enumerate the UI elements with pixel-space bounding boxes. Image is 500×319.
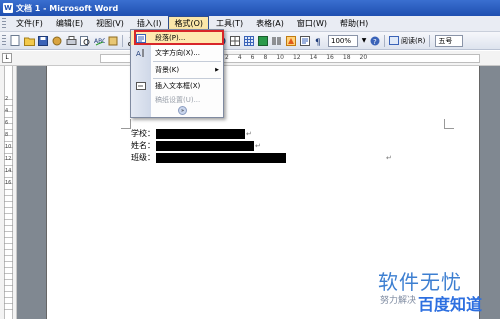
- text-direction-icon: A: [131, 48, 151, 58]
- ruler-number: 12: [292, 54, 301, 61]
- drawing-icon[interactable]: [285, 35, 297, 47]
- ruler-number: 8: [5, 132, 9, 138]
- form-line-school[interactable]: 学校： ↵: [131, 128, 252, 139]
- read-mode-label: 阅读(R): [401, 36, 426, 45]
- school-blank[interactable]: [156, 128, 245, 139]
- menu-item-text-direction[interactable]: A 文字方向(X)...: [131, 46, 223, 60]
- margin-corner-top-right: [444, 119, 454, 129]
- print-icon[interactable]: [65, 35, 77, 47]
- ruler-number: 8: [263, 54, 268, 61]
- ruler-number: 4: [5, 108, 9, 114]
- name-label: 姓名：: [131, 141, 155, 150]
- show-hide-icon[interactable]: ¶: [313, 35, 325, 47]
- tables-borders-icon[interactable]: [229, 35, 241, 47]
- ruler-number: 18: [342, 54, 351, 61]
- toolbar-separator: [122, 34, 123, 47]
- menu-file[interactable]: 文件(F): [10, 16, 49, 31]
- font-size-select[interactable]: 五号: [435, 34, 464, 47]
- menu-edit[interactable]: 编辑(E): [50, 16, 89, 31]
- research-icon[interactable]: [107, 35, 119, 47]
- paragraph-mark: ↵: [255, 141, 261, 150]
- menu-item-background[interactable]: 背景(K) ▶: [131, 63, 223, 77]
- vruler-numbers: 2 4 6 8 10 12 14 16: [5, 96, 11, 186]
- insert-excel-icon[interactable]: [257, 35, 269, 47]
- ruler-number: 10: [276, 54, 284, 61]
- insert-table-icon[interactable]: [243, 35, 255, 47]
- horizontal-ruler[interactable]: L 2 4 6 8 10 12 14 16 18 20: [0, 51, 500, 66]
- menu-window[interactable]: 窗口(W): [291, 16, 333, 31]
- menu-item-paragraph[interactable]: 段落(P)...: [131, 31, 223, 45]
- svg-text:ABC: ABC: [94, 38, 105, 45]
- menu-item-label: 背景(K): [155, 66, 180, 74]
- toolbar-separator: [384, 34, 385, 47]
- form-line-name[interactable]: 姓名： ↵: [131, 140, 261, 151]
- print-preview-icon[interactable]: [79, 35, 91, 47]
- word-app-icon[interactable]: W: [3, 3, 13, 13]
- columns-icon[interactable]: [271, 35, 283, 47]
- menu-separator: [153, 61, 221, 62]
- menu-bar: 文件(F) 编辑(E) 视图(V) 插入(I) 格式(O) 工具(T) 表格(A…: [0, 16, 500, 32]
- submenu-arrow-icon: ▶: [215, 67, 219, 73]
- toolbar-grip-icon[interactable]: [2, 34, 6, 47]
- watermark-brand-text: 百度知道: [418, 295, 483, 314]
- new-document-icon[interactable]: [9, 35, 21, 47]
- name-blank[interactable]: [156, 140, 254, 151]
- vertical-ruler[interactable]: 2 4 6 8 10 12 14 16: [0, 66, 17, 319]
- permission-icon[interactable]: [51, 35, 63, 47]
- zoom-dropdown-icon[interactable]: ▼: [360, 35, 368, 47]
- read-book-icon: [389, 36, 399, 45]
- ruler-number: 6: [5, 120, 9, 126]
- help-icon[interactable]: ?: [369, 35, 381, 47]
- document-map-icon[interactable]: [299, 35, 311, 47]
- watermark-logo: 软件无忧 努力解决 百度知道: [378, 266, 496, 316]
- school-label: 学校：: [131, 129, 155, 138]
- menu-item-label: 文字方向(X)...: [155, 49, 200, 57]
- expand-menu-icon[interactable]: »: [178, 106, 187, 115]
- class-blank[interactable]: [156, 152, 286, 163]
- paragraph-mark: ↵: [246, 129, 252, 138]
- menu-item-label: 插入文本框(X): [155, 82, 201, 90]
- menu-item-manuscript-settings[interactable]: 稿纸设置(U)...: [131, 93, 223, 107]
- menu-item-insert-textbox[interactable]: 插入文本框(X): [131, 79, 223, 93]
- ruler-number: 6: [250, 54, 255, 61]
- read-mode-button[interactable]: 阅读(R): [387, 35, 427, 47]
- svg-text:A: A: [136, 50, 141, 58]
- textbox-icon: [131, 82, 151, 90]
- form-line-class[interactable]: 班级：: [131, 152, 286, 163]
- toolbar-separator: [429, 34, 431, 47]
- menu-item-label: 段落(P)...: [155, 34, 186, 42]
- save-icon[interactable]: [37, 35, 49, 47]
- standard-toolbar: ABC ¶ 100% ▼ ? 阅读(R) 五号: [0, 32, 500, 50]
- svg-text:¶: ¶: [315, 38, 321, 46]
- menu-help[interactable]: 帮助(H): [334, 16, 374, 31]
- zoom-select[interactable]: 100%: [328, 34, 358, 47]
- class-label: 班级：: [131, 153, 155, 162]
- ruler-number: 10: [5, 144, 12, 150]
- menu-view[interactable]: 视图(V): [90, 16, 130, 31]
- title-bar: W 文档 1 - Microsoft Word: [0, 0, 500, 16]
- toolbar-grip-icon[interactable]: [2, 18, 6, 29]
- open-folder-icon[interactable]: [23, 35, 35, 47]
- ruler-number: 4: [237, 54, 242, 61]
- ruler-number: 2: [5, 96, 9, 102]
- ruler-number: 20: [359, 54, 368, 61]
- window-title: 文档 1 - Microsoft Word: [16, 3, 119, 13]
- ruler-number: 14: [5, 168, 12, 174]
- ruler-number: 12: [5, 156, 12, 162]
- menu-table[interactable]: 表格(A): [250, 16, 290, 31]
- ruler-number: 14: [309, 54, 318, 61]
- paragraph-mark: ↵: [386, 154, 392, 162]
- spelling-icon[interactable]: ABC: [93, 35, 105, 47]
- watermark-sub-text: 努力解决: [380, 296, 417, 306]
- tab-selector-icon[interactable]: L: [2, 53, 12, 63]
- menu-item-label: 稿纸设置(U)...: [155, 96, 201, 104]
- format-menu-dropdown: 段落(P)... A 文字方向(X)... 背景(K) ▶ 插入文本框(X) 稿…: [130, 29, 224, 118]
- ruler-number: 16: [5, 180, 12, 186]
- ruler-number: 16: [326, 54, 334, 61]
- paragraph-icon: [131, 33, 151, 43]
- svg-text:?: ?: [373, 38, 377, 46]
- margin-corner-top-left: [121, 119, 131, 129]
- ruler-numbers: 2 4 6 8 10 12 14 16 18 20: [225, 54, 367, 61]
- ruler-number: 2: [225, 54, 229, 61]
